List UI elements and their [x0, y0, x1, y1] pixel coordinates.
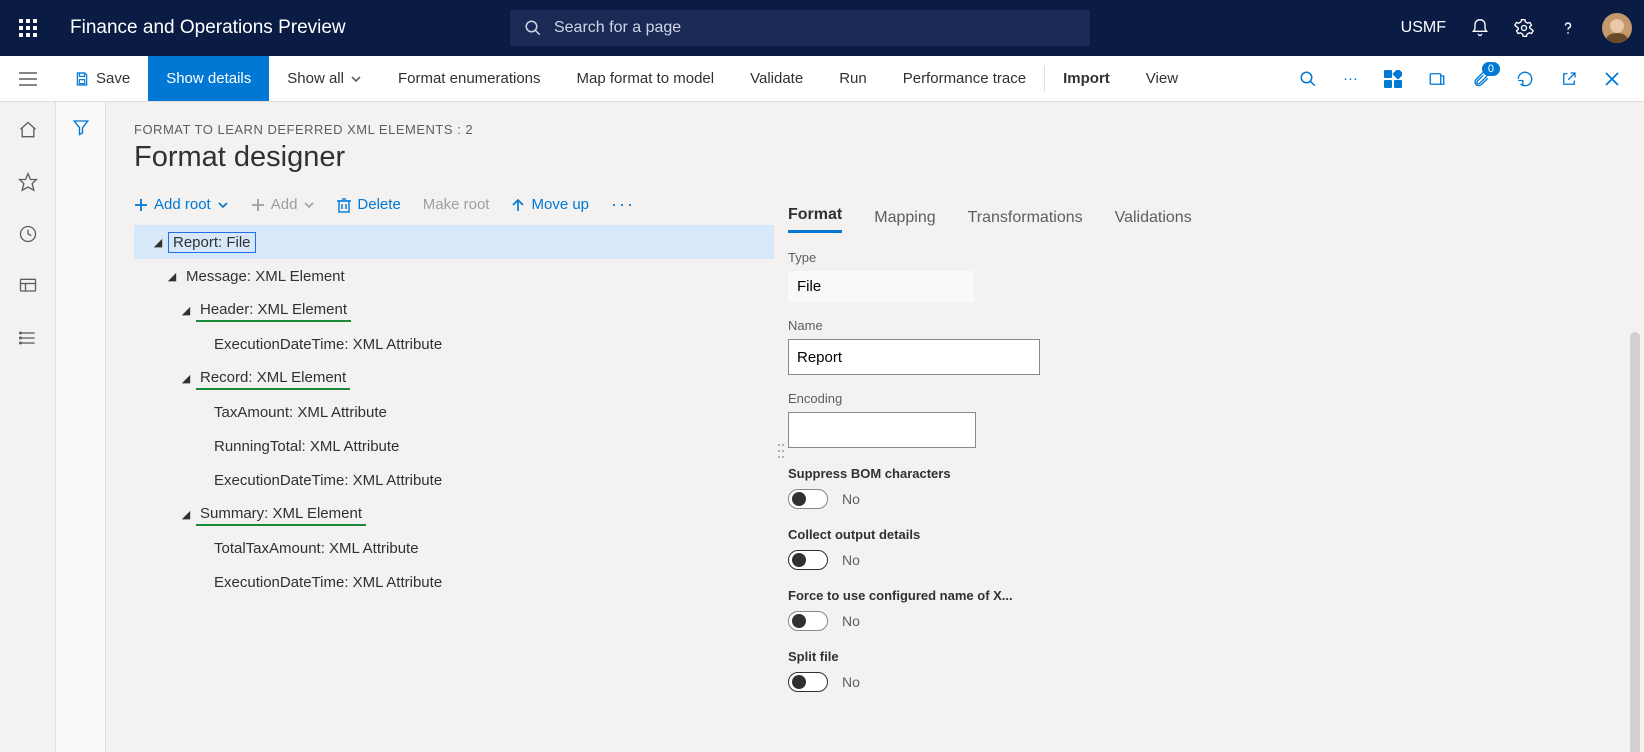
force-name-label: Force to use configured name of X... [788, 588, 1504, 603]
office-icon[interactable] [1428, 70, 1446, 88]
chevron-down-icon [350, 73, 362, 85]
workspaces-icon[interactable] [16, 274, 40, 298]
help-icon[interactable] [1558, 18, 1578, 38]
search-icon [524, 19, 542, 37]
tree-node-leaf[interactable]: ◢ExecutionDateTime: XML Attribute [134, 327, 774, 361]
main-area: FORMAT TO LEARN DEFERRED XML ELEMENTS : … [106, 102, 1644, 752]
attachments-count: 0 [1482, 62, 1500, 76]
home-icon[interactable] [16, 118, 40, 142]
format-enumerations-button[interactable]: Format enumerations [380, 56, 559, 101]
toggle-value: No [842, 613, 860, 629]
import-button[interactable]: Import [1045, 56, 1128, 101]
split-file-toggle[interactable] [788, 672, 828, 692]
scrollbar[interactable] [1630, 332, 1640, 752]
make-root-button: Make root [423, 196, 490, 213]
star-icon[interactable] [16, 170, 40, 194]
collect-output-toggle[interactable] [788, 550, 828, 570]
bell-icon[interactable] [1470, 18, 1490, 38]
name-label: Name [788, 318, 1504, 333]
tree-node-header[interactable]: ◢ Header: XML Element [134, 293, 774, 327]
tree-node-summary[interactable]: ◢ Summary: XML Element [134, 497, 774, 531]
view-button[interactable]: View [1128, 56, 1196, 101]
filter-pane [56, 102, 106, 752]
tab-validations[interactable]: Validations [1115, 209, 1192, 233]
hamburger-icon[interactable] [0, 56, 56, 102]
command-bar: Save Show details Show all Format enumer… [0, 56, 1644, 102]
save-label: Save [96, 70, 130, 87]
top-header: Finance and Operations Preview USMF [0, 0, 1644, 56]
performance-trace-button[interactable]: Performance trace [885, 56, 1044, 101]
tree-node-report[interactable]: ◢ Report: File [134, 225, 774, 259]
format-tree: ◢ Report: File ◢ Message: XML Element [134, 225, 774, 599]
tree-toolbar: Add root Add Delete Make root [134, 194, 774, 215]
tab-format[interactable]: Format [788, 206, 842, 233]
tree-node-message[interactable]: ◢ Message: XML Element [134, 259, 774, 293]
suppress-bom-label: Suppress BOM characters [788, 466, 1504, 481]
tree-node-leaf[interactable]: ◢TotalTaxAmount: XML Attribute [134, 531, 774, 565]
popout-icon[interactable] [1560, 70, 1578, 88]
company-label[interactable]: USMF [1401, 19, 1446, 37]
move-up-button[interactable]: Move up [511, 196, 589, 213]
encoding-label: Encoding [788, 391, 1504, 406]
search-icon[interactable] [1299, 70, 1317, 88]
map-format-button[interactable]: Map format to model [559, 56, 733, 101]
toggle-value: No [842, 674, 860, 690]
validate-button[interactable]: Validate [732, 56, 821, 101]
app-title: Finance and Operations Preview [70, 17, 346, 39]
type-label: Type [788, 250, 1504, 265]
page-title: Format designer [134, 141, 1624, 174]
waffle-icon[interactable] [12, 19, 44, 37]
toggle-value: No [842, 552, 860, 568]
tree-node-leaf[interactable]: ◢TaxAmount: XML Attribute [134, 395, 774, 429]
show-all-button[interactable]: Show all [269, 56, 380, 101]
toggle-value: No [842, 491, 860, 507]
search-input[interactable] [554, 19, 1076, 37]
gear-icon[interactable] [1514, 18, 1534, 38]
encoding-input[interactable] [788, 412, 976, 448]
more-icon[interactable]: ··· [1343, 70, 1358, 87]
force-name-toggle[interactable] [788, 611, 828, 631]
tree-node-leaf[interactable]: ◢RunningTotal: XML Attribute [134, 429, 774, 463]
collect-output-label: Collect output details [788, 527, 1504, 542]
breadcrumb: FORMAT TO LEARN DEFERRED XML ELEMENTS : … [134, 122, 1624, 137]
panel-tabs: Format Mapping Transformations Validatio… [788, 200, 1504, 234]
avatar[interactable] [1602, 13, 1632, 43]
show-details-label: Show details [166, 70, 251, 87]
add-root-button[interactable]: Add root [134, 196, 229, 213]
tab-mapping[interactable]: Mapping [874, 209, 935, 233]
split-file-label: Split file [788, 649, 1504, 664]
tree-node-record[interactable]: ◢ Record: XML Element [134, 361, 774, 395]
tree-more-icon[interactable]: ··· [611, 194, 635, 215]
related-app-icon[interactable] [1384, 70, 1402, 88]
filter-icon[interactable] [72, 118, 90, 752]
recent-icon[interactable] [16, 222, 40, 246]
tab-transformations[interactable]: Transformations [968, 209, 1083, 233]
type-value: File [788, 271, 974, 302]
refresh-icon[interactable] [1516, 70, 1534, 88]
close-icon[interactable] [1604, 71, 1620, 87]
show-all-label: Show all [287, 70, 344, 87]
name-input[interactable] [788, 339, 1040, 375]
search-box[interactable] [510, 10, 1090, 46]
save-button[interactable]: Save [56, 56, 148, 101]
tree-node-leaf[interactable]: ◢ExecutionDateTime: XML Attribute [134, 565, 774, 599]
show-details-button[interactable]: Show details [148, 56, 269, 101]
nav-rail [0, 102, 56, 752]
run-button[interactable]: Run [821, 56, 885, 101]
properties-panel: Format Mapping Transformations Validatio… [788, 194, 1528, 708]
tree-node-leaf[interactable]: ◢ExecutionDateTime: XML Attribute [134, 463, 774, 497]
suppress-bom-toggle[interactable] [788, 489, 828, 509]
attachments-button[interactable]: 0 [1472, 70, 1490, 88]
delete-button[interactable]: Delete [337, 196, 400, 213]
save-icon [74, 71, 90, 87]
modules-icon[interactable] [16, 326, 40, 350]
add-button: Add [251, 196, 316, 213]
splitter-handle[interactable] [774, 194, 788, 708]
